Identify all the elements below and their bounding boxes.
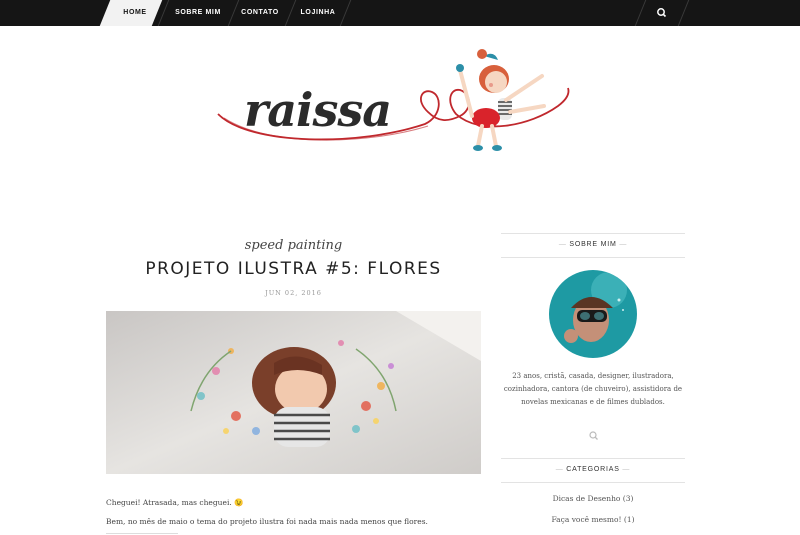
sidebar-category-link[interactable]: Dicas de Desenho (3) [501, 494, 685, 503]
sidebar-search-button[interactable] [588, 429, 600, 441]
sidebar-divider [501, 257, 685, 258]
nav-item-lojinha[interactable]: LOJINHA [292, 0, 344, 26]
sidebar-heading-categories: — CATEGORIAS — [555, 466, 631, 473]
post-featured-image [106, 311, 481, 474]
search-icon [657, 8, 667, 18]
sidebar-divider [501, 233, 685, 234]
sidebar-about-text: 23 anos, cristã, casada, designer, ilust… [503, 372, 683, 406]
post-paragraph: Bem, no mês de maio o tema do projeto il… [106, 517, 428, 526]
nav-item-sobre-mim[interactable]: SOBRE MIM [164, 0, 232, 26]
sidebar-divider [501, 458, 685, 459]
post-category[interactable]: speed painting [106, 238, 481, 253]
sidebar-category-link[interactable]: Faça você mesmo! (1) [501, 515, 685, 524]
nav-divider [634, 0, 647, 26]
search-icon [589, 431, 598, 440]
nav-item-contato[interactable]: CONTATO [234, 0, 286, 26]
site-logo[interactable]: raissa [210, 36, 580, 166]
avatar [549, 270, 637, 358]
nav-item-home[interactable]: HOME [107, 0, 163, 26]
post-divider [106, 533, 178, 534]
girl-illustration [456, 49, 546, 151]
post-title[interactable]: PROJETO ILUSTRA #5: FLORES [106, 259, 481, 279]
sidebar-divider [501, 482, 685, 483]
logo-wordmark: raissa [244, 83, 391, 137]
top-nav: HOME SOBRE MIM CONTATO LOJINHA [0, 0, 800, 26]
nav-divider [677, 0, 690, 26]
post-date: JUN 02, 2016 [265, 289, 322, 297]
nav-search-button[interactable] [650, 0, 674, 26]
sidebar-heading-about: — SOBRE MIM — [558, 241, 628, 248]
post-paragraph: Cheguei! Atrasada, mas cheguei. 😉 [106, 498, 244, 507]
logo-illustration: raissa [217, 49, 570, 151]
